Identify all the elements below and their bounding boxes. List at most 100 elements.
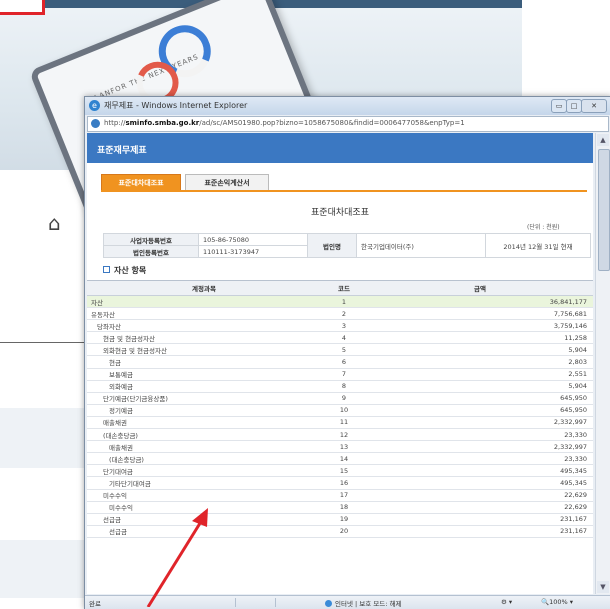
account-amount: 231,167: [367, 525, 593, 538]
account-amount: 36,841,177: [367, 295, 593, 309]
table-row: 외화예금 8 5,904: [87, 380, 593, 393]
highlight-frame: [0, 0, 45, 15]
globe-icon: [325, 600, 332, 607]
page-header-title: 표준재무제표: [97, 146, 147, 156]
column-header-code: 코드: [321, 280, 367, 296]
account-amount: 2,803: [367, 355, 593, 369]
account-code: 3: [321, 319, 367, 333]
report-date: 2014년 12월 31일 현재: [485, 233, 591, 258]
table-row: 기타단기대여금 16 495,345: [87, 476, 593, 490]
close-button[interactable]: ✕: [581, 99, 607, 113]
account-name: 기타단기대여금: [87, 476, 321, 490]
title-bar[interactable]: e 재무제표 - Windows Internet Explorer ▭ □ ✕: [85, 97, 610, 115]
section-title-text: 자산 항목: [114, 266, 147, 275]
table-row: 보통예금 7 2,551: [87, 368, 593, 381]
divider: [0, 342, 85, 343]
account-amount: 645,950: [367, 404, 593, 417]
tools-button[interactable]: ⚙ ▾: [501, 598, 512, 606]
account-amount: 2,332,997: [367, 440, 593, 454]
zoom-button[interactable]: 🔍100% ▾: [541, 598, 573, 606]
corpno-label: 법인등록번호: [103, 245, 199, 258]
account-amount: 22,629: [367, 489, 593, 502]
account-code: 20: [321, 525, 367, 538]
account-code: 5: [321, 343, 367, 357]
account-amount: 495,345: [367, 476, 593, 490]
company-info-table: 사업자등록번호 105-86-75080 법인명 한국기업데이터(주) 2014…: [103, 233, 591, 258]
account-amount: 3,759,146: [367, 319, 593, 333]
account-code: 18: [321, 501, 367, 514]
account-amount: 11,258: [367, 331, 593, 345]
table-row: 단기예금(단기금융상품) 9 645,950: [87, 392, 593, 405]
account-name: (대손충당금): [87, 428, 321, 442]
account-code: 6: [321, 355, 367, 369]
account-name: 매출채권: [87, 416, 321, 430]
account-code: 15: [321, 464, 367, 478]
unit-label: (단위 : 천원): [527, 224, 560, 231]
scrollbar-thumb[interactable]: [598, 149, 610, 271]
table-row: (대손충당금) 14 23,330: [87, 452, 593, 466]
account-code: 13: [321, 440, 367, 454]
table-row: 선급금 20 231,167: [87, 525, 593, 538]
account-code: 10: [321, 404, 367, 417]
corp-value: 한국기업데이터(주): [356, 233, 486, 258]
status-divider: [235, 598, 236, 607]
account-code: 8: [321, 380, 367, 393]
account-amount: 7,756,681: [367, 307, 593, 321]
account-amount: 495,345: [367, 464, 593, 478]
section-title: 자산 항목: [103, 265, 146, 276]
column-header-account: 계정과목: [87, 280, 321, 296]
page-icon: [91, 119, 100, 128]
status-divider: [275, 598, 276, 607]
corpno-value: 110111-3173947: [198, 245, 308, 258]
maximize-button[interactable]: □: [566, 99, 582, 113]
table-row: 매출채권 11 2,332,997: [87, 416, 593, 430]
column-header-amount: 금액: [367, 280, 593, 296]
table-row: 단기대여금 15 495,345: [87, 464, 593, 478]
document-title: 표준대차대조표: [311, 208, 369, 218]
account-name: 단기예금(단기금융상품): [87, 392, 321, 405]
account-amount: 5,904: [367, 380, 593, 393]
account-amount: 22,629: [367, 501, 593, 514]
account-name: 자산: [87, 295, 321, 309]
table-row: 미수수익 18 22,629: [87, 501, 593, 514]
account-name: 매출채권: [87, 440, 321, 454]
table-row: (대손충당금) 12 23,330: [87, 428, 593, 442]
table-row: 자산 1 36,841,177: [87, 295, 593, 309]
account-code: 12: [321, 428, 367, 442]
account-name: 외화예금: [87, 380, 321, 393]
account-name: 외화현금 및 현금성자산: [87, 343, 321, 357]
account-name: 미수수익: [87, 501, 321, 514]
scroll-up-icon[interactable]: ▲: [597, 134, 609, 146]
home-icon[interactable]: ⌂: [48, 211, 61, 235]
address-url[interactable]: http://sminfo.smba.go.kr/ad/sc/AMS01980.…: [104, 119, 465, 127]
account-amount: 5,904: [367, 343, 593, 357]
page-header: 표준재무제표: [87, 133, 593, 163]
account-name: 현금 및 현금성자산: [87, 331, 321, 345]
account-name: 당좌자산: [87, 319, 321, 333]
account-code: 1: [321, 295, 367, 309]
account-code: 7: [321, 368, 367, 381]
top-nav-strip: [44, 0, 522, 8]
account-code: 17: [321, 489, 367, 502]
account-name: 유동자산: [87, 307, 321, 321]
table-row: 외화현금 및 현금성자산 5 5,904: [87, 343, 593, 357]
tab-underline: [101, 190, 587, 192]
account-code: 4: [321, 331, 367, 345]
bizno-label: 사업자등록번호: [103, 233, 199, 246]
account-name: 정기예금: [87, 404, 321, 417]
minimize-button[interactable]: ▭: [551, 99, 567, 113]
vertical-scrollbar[interactable]: ▲ ▼: [595, 133, 610, 594]
account-name: (대손충당금): [87, 452, 321, 466]
background-panel: [0, 408, 85, 468]
scroll-down-icon[interactable]: ▼: [597, 581, 609, 593]
account-code: 11: [321, 416, 367, 430]
ie-logo-icon: e: [89, 100, 100, 111]
account-code: 9: [321, 392, 367, 405]
address-bar[interactable]: http://sminfo.smba.go.kr/ad/sc/AMS01980.…: [87, 116, 609, 132]
account-name: 미수수익: [87, 489, 321, 502]
table-row: 당좌자산 3 3,759,146: [87, 319, 593, 333]
background-panel: [0, 540, 85, 598]
ie-popup-window: e 재무제표 - Windows Internet Explorer ▭ □ ✕…: [84, 96, 610, 609]
account-name: 선급금: [87, 513, 321, 526]
corp-label: 법인명: [307, 233, 357, 258]
